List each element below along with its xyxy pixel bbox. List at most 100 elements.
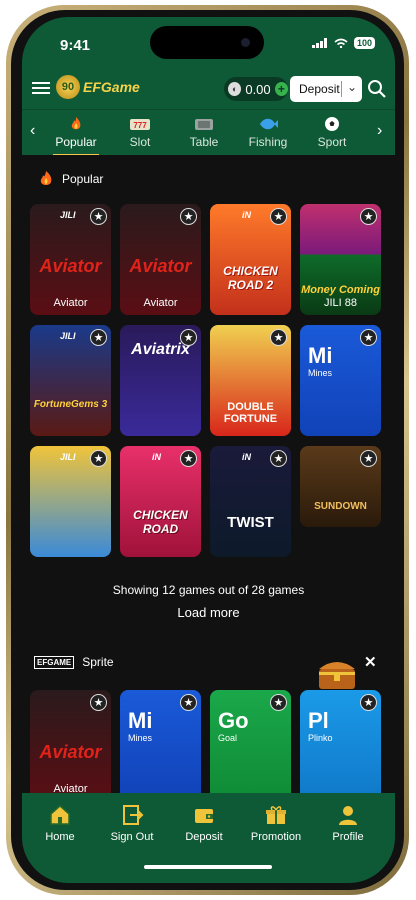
tab-sport[interactable]: Sport (305, 110, 359, 156)
add-funds-icon[interactable]: + (274, 82, 288, 96)
hamburger-menu-icon[interactable] (32, 79, 50, 99)
provider-badge: JILI (60, 452, 76, 462)
deposit-button[interactable]: Deposit ⌄ (290, 76, 362, 102)
game-tile-chicken-road-2[interactable]: iN CHICKEN ROAD 2 ★ (210, 204, 291, 315)
gift-icon (266, 806, 286, 824)
close-icon[interactable]: ✕ (364, 653, 377, 671)
search-icon[interactable] (367, 79, 387, 99)
game-art-text: CHICKEN ROAD (133, 508, 188, 536)
provider-badge: iN (242, 210, 251, 220)
game-abbreviation: Go (218, 708, 249, 733)
nav-sign-out-label: Sign Out (110, 831, 154, 843)
game-tile-goal[interactable]: Go Goal ★ (210, 690, 291, 793)
soccer-ball-icon (325, 117, 339, 131)
favorite-star-icon[interactable]: ★ (90, 694, 107, 711)
game-tile-money-coming[interactable]: Money Coming JILI 88 ★ (300, 204, 381, 315)
chevron-left-icon[interactable]: ‹ (30, 122, 35, 140)
slot-icon: 777 (130, 119, 150, 130)
provider-badge: JILI (60, 331, 76, 341)
logo[interactable]: 90 EFGame (56, 75, 140, 99)
game-art-text: FortuneGems 3 (33, 399, 108, 410)
game-tile-mines[interactable]: Mi Mines ★ (120, 690, 201, 793)
game-title: Goal (218, 733, 238, 743)
tab-table-label: Table (189, 135, 219, 149)
game-art-text: DOUBLE FORTUNE (223, 401, 278, 425)
game-title: Aviator (53, 297, 88, 309)
game-art-text: TWIST (227, 514, 274, 531)
chevron-right-icon[interactable]: › (377, 122, 382, 140)
popular-section-title: Popular (38, 170, 103, 188)
game-title: Plinko (308, 733, 333, 743)
tab-fishing[interactable]: Fishing (241, 110, 295, 156)
game-tile-aviatrix[interactable]: Aviatrix ★ (120, 325, 201, 436)
coin-icon: ◐ (228, 82, 242, 96)
favorite-star-icon[interactable]: ★ (270, 329, 287, 346)
games-count-text: Showing 12 games out of 28 games (112, 583, 305, 597)
logo-text: EFGame (83, 79, 140, 95)
game-tile-aviator[interactable]: JILI Aviator Aviator ★ (30, 204, 111, 315)
favorite-star-icon[interactable]: ★ (180, 208, 197, 225)
nav-sign-out[interactable]: Sign Out (98, 803, 166, 843)
popular-title-text: Popular (62, 172, 104, 186)
favorite-star-icon[interactable]: ★ (90, 450, 107, 467)
fish-icon (260, 118, 278, 130)
game-abbreviation: Mi (128, 708, 153, 733)
nav-deposit[interactable]: Deposit (170, 803, 238, 843)
game-tile-aviator[interactable]: Aviator Aviator ★ (120, 204, 201, 315)
game-title: JILI 88 (323, 297, 358, 309)
favorite-star-icon[interactable]: ★ (180, 450, 197, 467)
game-tile-plinko[interactable]: Pl Plinko ★ (300, 690, 381, 793)
favorite-star-icon[interactable]: ★ (180, 329, 197, 346)
load-more-button[interactable]: Load more (22, 605, 395, 620)
favorite-star-icon[interactable]: ★ (270, 450, 287, 467)
wallet-balance[interactable]: ◐ 0.00 + (224, 77, 288, 101)
tab-table[interactable]: Table (177, 110, 231, 156)
logo-mark: 90 (56, 75, 80, 99)
game-tile-double-fortune[interactable]: DOUBLE FORTUNE ★ (210, 325, 291, 436)
nav-profile-label: Profile (332, 831, 364, 843)
deposit-button-label: Deposit (299, 82, 340, 96)
svg-text:777: 777 (133, 121, 147, 130)
chevron-down-icon[interactable]: ⌄ (347, 80, 357, 94)
sign-out-icon (123, 805, 144, 825)
dynamic-island (150, 26, 264, 59)
favorite-star-icon[interactable]: ★ (180, 694, 197, 711)
game-abbreviation: Pl (308, 708, 329, 733)
favorite-star-icon[interactable]: ★ (360, 450, 377, 467)
tab-slot[interactable]: 777 Slot (113, 110, 167, 156)
tab-popular-label: Popular (55, 135, 97, 149)
game-tile-fortune-gems-3[interactable]: JILI FortuneGems 3 ★ (30, 325, 111, 436)
nav-promotion-label: Promotion (250, 831, 302, 843)
favorite-star-icon[interactable]: ★ (270, 208, 287, 225)
game-tile-twist[interactable]: iN TWIST ★ (210, 446, 291, 557)
game-art-text: Aviator (129, 256, 192, 276)
game-title: Aviator (143, 297, 178, 309)
wifi-icon (334, 38, 348, 48)
game-tile-chicken-road[interactable]: iN CHICKEN ROAD ★ (120, 446, 201, 557)
provider-badge: iN (242, 452, 251, 462)
sprite-provider-logo: EFGAME (34, 655, 75, 669)
favorite-star-icon[interactable]: ★ (90, 208, 107, 225)
tab-popular[interactable]: Popular (49, 110, 103, 156)
favorite-star-icon[interactable]: ★ (360, 329, 377, 346)
battery-icon: 100 (353, 37, 375, 49)
home-indicator[interactable] (144, 865, 272, 869)
nav-promotion[interactable]: Promotion (242, 803, 310, 843)
favorite-star-icon[interactable]: ★ (270, 694, 287, 711)
game-tile-aviator[interactable]: Aviator Aviator ★ (30, 690, 111, 793)
game-art-text: SUNDOWN (314, 501, 367, 512)
game-art-text: Money Coming (301, 284, 380, 296)
nav-deposit-label: Deposit (185, 831, 223, 843)
favorite-star-icon[interactable]: ★ (360, 208, 377, 225)
game-tile-sundown[interactable]: SUNDOWN ★ (300, 446, 381, 527)
game-tile-fish-hunter[interactable]: JILI ★ (30, 446, 111, 557)
phone-screen: 9:41 100 90 EFGame ◐ 0.00 + Deposit ⌄ ‹ (22, 17, 395, 883)
nav-profile[interactable]: Profile (314, 803, 382, 843)
favorite-star-icon[interactable]: ★ (360, 694, 377, 711)
favorite-star-icon[interactable]: ★ (90, 329, 107, 346)
main-content: Popular JILI Aviator Aviator ★ Aviator A… (22, 155, 395, 793)
nav-home[interactable]: Home (26, 803, 94, 843)
treasure-chest-icon[interactable] (316, 655, 358, 691)
game-tile-mines[interactable]: Mi Mines ★ (300, 325, 381, 436)
nav-home-label: Home (45, 831, 75, 843)
